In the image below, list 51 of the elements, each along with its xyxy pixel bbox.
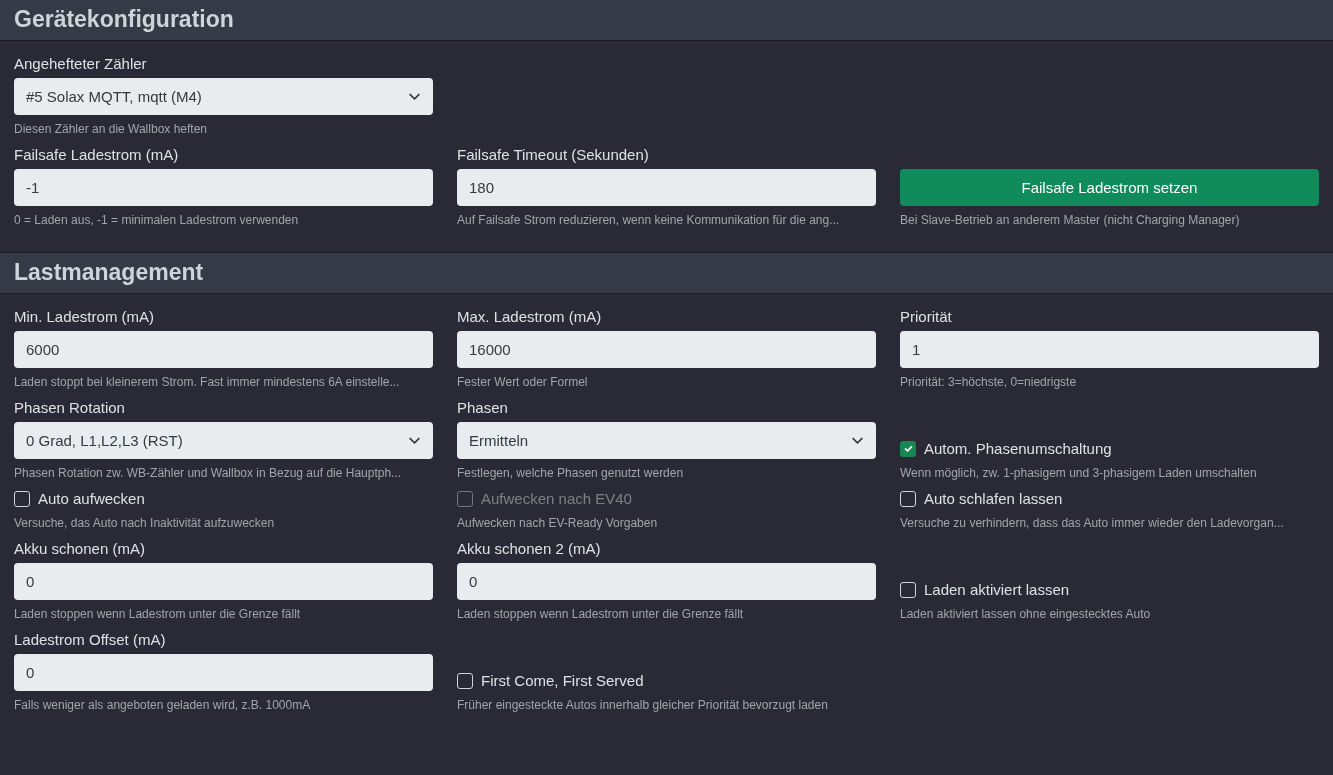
field-label: Angehefteter Zähler: [14, 55, 147, 72]
section-header: Lastmanagement: [0, 253, 1333, 294]
help-text: Auf Failsafe Strom reduzieren, wenn keine Kommunikation für die ang...: [457, 213, 840, 229]
checkbox-label: Auto aufwecken: [38, 490, 145, 507]
field-label: Max. Ladestrom (mA): [457, 308, 602, 325]
help-text: Wenn möglich, zw. 1-phasigem und 3-phasigem Laden umschalten: [900, 466, 1257, 482]
input-field[interactable]: 0: [14, 654, 433, 691]
select-field[interactable]: 0 Grad, L1,L2,L3 (RST): [14, 422, 433, 459]
help-text: Falls weniger als angeboten geladen wird, z.B. 1000mA: [14, 698, 311, 714]
help-text: Versuche, das Auto nach Inaktivität aufzuwecken: [14, 516, 275, 532]
select-field[interactable]: #5 Solax MQTT, mqtt (M4): [14, 78, 433, 115]
select-field[interactable]: Ermitteln: [457, 422, 876, 459]
help-text: Aufwecken nach EV-Ready Vorgaben: [457, 516, 658, 532]
help-text: Laden stoppen wenn Ladestrom unter die Grenze fällt: [457, 607, 744, 623]
field-label: Akku schonen (mA): [14, 540, 145, 557]
checkbox-label: Autom. Phasenumschaltung: [924, 440, 1112, 457]
input-field[interactable]: 180: [457, 169, 876, 206]
field-label: Phasen: [457, 399, 508, 416]
help-text: Bei Slave-Betrieb an anderem Master (nicht Charging Manager): [900, 213, 1240, 229]
checkbox-label: Auto schlafen lassen: [924, 490, 1063, 507]
input-field[interactable]: 0: [14, 563, 433, 600]
field-label: Failsafe Timeout (Sekunden): [457, 146, 649, 163]
input-field[interactable]: 0: [457, 563, 876, 600]
help-text: Festlegen, welche Phasen genutzt werden: [457, 466, 684, 482]
field-label: Min. Ladestrom (mA): [14, 308, 155, 325]
help-text: 0 = Laden aus, -1 = minimalen Ladestrom verwenden: [14, 213, 299, 229]
help-text: Diesen Zähler an die Wallbox heften: [14, 122, 207, 138]
field-label: Ladestrom Offset (mA): [14, 631, 166, 648]
help-text: Laden stoppt bei kleinerem Strom. Fast immer mindestens 6A einstelle...: [14, 375, 400, 391]
input-field[interactable]: -1: [14, 169, 433, 206]
help-text: Phasen Rotation zw. WB-Zähler und Wallbox in Bezug auf die Hauptph...: [14, 466, 402, 482]
input-field[interactable]: 1: [900, 331, 1319, 368]
field-label: Priorität: [900, 308, 952, 325]
checkbox-label: First Come, First Served: [481, 672, 644, 689]
checkbox-label: Aufwecken nach EV40: [481, 490, 632, 507]
help-text: Laden stoppen wenn Ladestrom unter die Grenze fällt: [14, 607, 301, 623]
help-text: Priorität: 3=höchste, 0=niedrigste: [900, 375, 1077, 391]
input-field[interactable]: 6000: [14, 331, 433, 368]
help-text: Früher eingesteckte Autos innerhalb gleicher Priorität bevorzugt laden: [457, 698, 828, 714]
section-header: Gerätekonfiguration: [0, 0, 1333, 41]
checkbox[interactable]: [900, 440, 916, 457]
input-field[interactable]: 16000: [457, 331, 876, 368]
field-label: Akku schonen 2 (mA): [457, 540, 601, 557]
help-text: Versuche zu verhindern, dass das Auto immer wieder den Ladevorgan...: [900, 516, 1284, 532]
set-button[interactable]: Failsafe Ladestrom setzen: [900, 169, 1319, 206]
help-text: Fester Wert oder Formel: [457, 375, 588, 391]
checkbox-label: Laden aktiviert lassen: [924, 581, 1070, 598]
field-label: Failsafe Ladestrom (mA): [14, 146, 179, 163]
field-label: Phasen Rotation: [14, 399, 125, 416]
help-text: Laden aktiviert lassen ohne eingestecktes Auto: [900, 607, 1151, 623]
check-icon: [902, 443, 914, 454]
